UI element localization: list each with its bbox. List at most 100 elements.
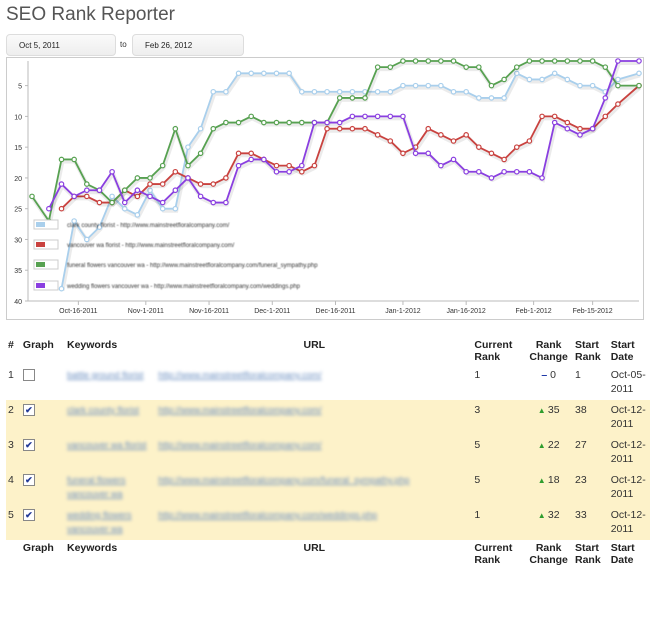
series-point-3 — [602, 64, 609, 70]
series-point-1 — [273, 70, 280, 77]
x-tick-label: Dec-1-2011 — [254, 308, 290, 315]
rank-change-value: 0 — [550, 369, 556, 381]
series-point-1 — [311, 88, 318, 95]
series-point-3 — [526, 58, 533, 64]
start-date-field[interactable]: Oct 5, 2011 — [6, 34, 116, 56]
series-point-4 — [476, 168, 482, 175]
series-point-3 — [185, 162, 191, 169]
series-point-3 — [615, 82, 621, 89]
series-point-2 — [374, 132, 381, 138]
keyword-cell: funeral flowers vancouver wa — [65, 470, 157, 505]
keyword-link[interactable]: battle ground florist — [67, 370, 144, 380]
series-point-2 — [425, 125, 432, 132]
series-point-3 — [83, 181, 90, 187]
rank-change-value: 35 — [547, 404, 560, 416]
series-point-4 — [636, 58, 642, 64]
series-point-1 — [438, 82, 444, 89]
current-rank: 3 — [472, 400, 525, 435]
footer-header-graph: Graph — [22, 542, 54, 554]
series-point-3 — [501, 76, 507, 83]
graph-checkbox[interactable]: ✔ — [22, 509, 35, 521]
legend-label-1: clark county florist - http://www.mainst… — [67, 223, 230, 229]
series-point-3 — [134, 175, 141, 181]
series-point-2 — [463, 132, 469, 138]
keyword-link[interactable]: clark county florist — [67, 405, 139, 415]
series-point-1 — [425, 82, 432, 89]
series-point-3 — [109, 199, 115, 206]
legend-swatch-2 — [36, 242, 45, 247]
header-num: # — [8, 339, 14, 351]
series-point-1 — [463, 88, 469, 95]
end-date-field[interactable]: Feb 26, 2012 — [132, 34, 244, 56]
rank-up-icon: ▲ — [537, 406, 548, 415]
series-line-4 — [48, 60, 639, 210]
series-point-3 — [147, 175, 153, 181]
url-cell: http://www.mainstreetfloralcompany.com/f… — [156, 470, 473, 505]
series-point-4 — [501, 168, 507, 175]
series-point-1 — [488, 95, 495, 101]
x-tick-label: Oct-16-2011 — [59, 308, 97, 315]
table-header-row: # Graph Keywords URL Current Rank Rank Change… — [6, 337, 650, 365]
series-point-4 — [197, 193, 204, 200]
table-row: 1 battle ground florist http://www.mainstr… — [6, 365, 650, 400]
series-point-2 — [513, 144, 520, 150]
series-point-2 — [324, 125, 330, 132]
url-cell: http://www.mainstreetfloralcompany.com/w… — [156, 505, 473, 540]
legend-swatch-1 — [36, 222, 45, 227]
start-date: Oct-12-2011 — [608, 435, 650, 470]
series-point-3 — [261, 119, 267, 126]
x-tick-label: Jan-16-2012 — [447, 308, 486, 315]
keyword-link[interactable]: vancouver wa florist — [67, 440, 147, 450]
series-point-4 — [210, 199, 217, 206]
series-point-1 — [577, 82, 583, 89]
url-link[interactable]: http://www.mainstreetfloralcompany.com/ — [158, 370, 321, 380]
series-point-1 — [83, 236, 90, 243]
rank-up-icon: ▲ — [537, 441, 548, 450]
keyword-link[interactable]: wedding flowers vancouver wa — [67, 510, 132, 534]
header-keywords: Keywords — [67, 339, 118, 351]
url-link[interactable]: http://www.mainstreetfloralcompany.com/w… — [158, 510, 377, 520]
series-point-3 — [121, 187, 128, 194]
rank-change: – 0 — [524, 365, 573, 400]
row-number: 1 — [8, 369, 14, 381]
series-point-3 — [463, 64, 469, 70]
table-body: 1 battle ground florist http://www.mainstr… — [6, 365, 650, 540]
graph-checkbox[interactable] — [22, 369, 35, 381]
series-point-2 — [235, 150, 242, 157]
series-point-3 — [58, 156, 65, 163]
x-tick-label: Nov-1-2011 — [128, 308, 164, 315]
series-point-2 — [615, 101, 621, 107]
series-point-4 — [172, 187, 179, 194]
start-date: Oct-05-2011 — [610, 369, 646, 395]
series-point-2 — [387, 138, 394, 144]
x-tick-label: Jan-1-2012 — [385, 308, 421, 315]
series-point-2 — [400, 150, 406, 157]
series-point-4 — [589, 125, 596, 132]
url-link[interactable]: http://www.mainstreetfloralcompany.com/ — [158, 440, 321, 450]
series-point-4 — [286, 168, 292, 175]
url-link[interactable]: http://www.mainstreetfloralcompany.com/f… — [158, 475, 409, 485]
series-point-3 — [286, 119, 292, 126]
graph-cell: ✔ — [20, 470, 65, 505]
rank-change: ▲ 22 — [524, 435, 573, 470]
graph-checkbox[interactable]: ✔ — [22, 404, 35, 416]
series-point-2 — [450, 138, 457, 144]
page-title: SEO Rank Reporter — [6, 4, 175, 25]
series-point-3 — [513, 64, 520, 70]
series-point-3 — [400, 58, 406, 64]
y-tick-label: 25 — [14, 207, 22, 214]
rank-chart: Oct-16-2011 Nov-1-2011 Nov-16-2011 Dec-1-20… — [6, 57, 644, 320]
graph-checkbox[interactable]: ✔ — [22, 439, 35, 451]
rank-chart-svg: Oct-16-2011 Nov-1-2011 Nov-16-2011 Dec-1-20… — [14, 58, 642, 315]
graph-cell: ✔ — [20, 400, 65, 435]
legend-label-3: funeral flowers vancouver wa - http://ww… — [67, 263, 318, 269]
url-link[interactable]: http://www.mainstreetfloralcompany.com/ — [158, 405, 321, 415]
series-point-3 — [298, 119, 305, 126]
series-point-3 — [235, 119, 242, 126]
footer-header-num — [6, 540, 21, 568]
keyword-link[interactable]: funeral flowers vancouver wa — [67, 475, 126, 499]
series-point-1 — [636, 70, 642, 77]
footer-header-url: URL — [303, 542, 326, 554]
graph-checkbox[interactable]: ✔ — [22, 474, 35, 486]
start-rank: 33 — [573, 505, 609, 540]
